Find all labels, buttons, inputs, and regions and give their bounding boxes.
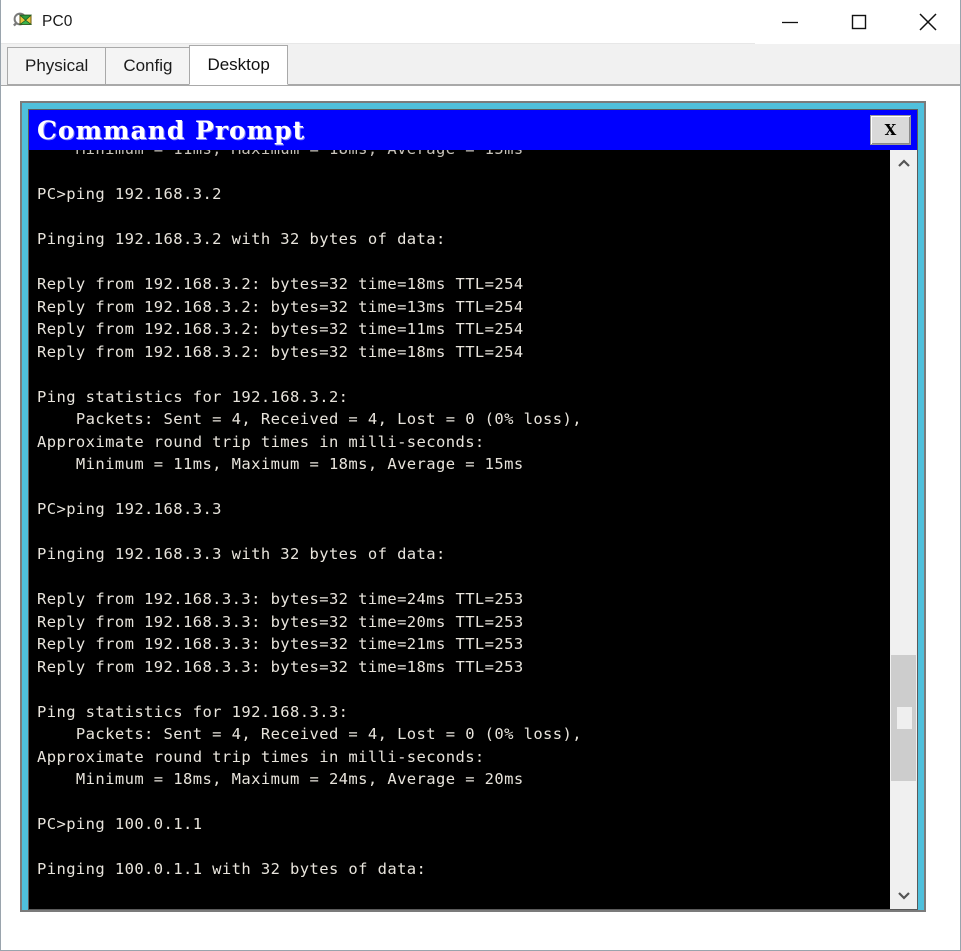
command-prompt-title: Command Prompt	[37, 115, 306, 145]
window-title: PC0	[42, 12, 73, 30]
close-icon	[918, 13, 937, 31]
device-tabs: Physical Config Desktop	[1, 44, 960, 86]
close-button[interactable]	[893, 0, 960, 44]
command-prompt-close-button[interactable]: X	[870, 115, 911, 145]
packet-tracer-pc-icon	[13, 12, 33, 32]
tab-desktop[interactable]: Desktop	[189, 45, 288, 85]
terminal-line: Pinging 192.168.3.3 with 32 bytes of dat…	[37, 545, 446, 563]
terminal-line: Pinging 100.0.1.1 with 32 bytes of data:	[37, 860, 427, 878]
terminal-line: Approximate round trip times in milli-se…	[37, 747, 485, 766]
tab-config-label: Config	[123, 56, 173, 75]
terminal-line: PC>ping 192.168.3.3	[37, 500, 222, 518]
scrollbar-track[interactable]	[890, 178, 917, 881]
scrollbar-thumb-grip	[897, 707, 912, 729]
minimize-button[interactable]	[755, 0, 824, 44]
terminal-line: Pinging 192.168.3.2 with 32 bytes of dat…	[37, 230, 446, 248]
terminal-line: Ping statistics for 192.168.3.2:	[37, 387, 349, 406]
terminal-line: PC>ping 192.168.3.2	[37, 185, 222, 203]
terminal-line: PC>ping 100.0.1.1	[37, 815, 203, 833]
terminal-line: Reply from 192.168.3.2: bytes=32 time=18…	[37, 342, 524, 361]
tabstrip-filler	[286, 47, 960, 85]
terminal-line: Ping statistics for 192.168.3.3:	[37, 702, 349, 721]
terminal-line: Minimum = 18ms, Maximum = 24ms, Average …	[37, 770, 524, 788]
tab-physical-label: Physical	[25, 56, 89, 75]
maximize-icon	[851, 14, 866, 30]
terminal-line-clipped: Minimum = 11ms, Maximum = 18ms, Average …	[37, 150, 582, 161]
terminal-line: Reply from 192.168.3.2: bytes=32 time=11…	[37, 320, 524, 338]
terminal-line: Approximate round trip times in milli-se…	[37, 432, 485, 451]
scrollbar-down-button[interactable]	[890, 881, 917, 909]
command-prompt-window: Command Prompt X Minimum = 11ms, Maximum…	[20, 101, 926, 912]
terminal-line: Reply from 192.168.3.2: bytes=32 time=13…	[37, 297, 524, 316]
tab-physical[interactable]: Physical	[7, 47, 107, 85]
chevron-down-icon	[897, 892, 910, 900]
terminal-scrollbar[interactable]	[889, 150, 917, 909]
scrollbar-up-button[interactable]	[890, 150, 917, 178]
command-prompt-titlebar: Command Prompt X	[29, 110, 917, 150]
tab-desktop-label: Desktop	[207, 55, 270, 74]
command-prompt-inner: Command Prompt X Minimum = 11ms, Maximum…	[28, 109, 918, 910]
terminal-line: Reply from 192.168.3.3: bytes=32 time=18…	[37, 657, 524, 676]
terminal-line: Packets: Sent = 4, Received = 4, Lost = …	[37, 725, 582, 743]
window-titlebar: PC0	[1, 0, 960, 44]
terminal-line: Reply from 192.168.3.3: bytes=32 time=24…	[37, 590, 524, 608]
window-controls	[755, 0, 960, 44]
scrollbar-thumb[interactable]	[891, 655, 916, 781]
maximize-button[interactable]	[824, 0, 893, 44]
terminal-output-area[interactable]: Minimum = 11ms, Maximum = 18ms, Average …	[29, 150, 917, 909]
terminal-line: Reply from 192.168.3.2: bytes=32 time=18…	[37, 275, 524, 293]
terminal-line: Reply from 192.168.3.3: bytes=32 time=20…	[37, 612, 524, 631]
terminal-line: Reply from 192.168.3.3: bytes=32 time=21…	[37, 635, 524, 653]
tab-config[interactable]: Config	[105, 47, 191, 85]
terminal-line: Packets: Sent = 4, Received = 4, Lost = …	[37, 410, 582, 428]
chevron-up-icon	[897, 159, 910, 167]
terminal-line: Minimum = 11ms, Maximum = 18ms, Average …	[37, 455, 524, 473]
minimize-icon	[781, 21, 798, 24]
packet-tracer-device-window: PC0 Physical Config Desktop Command Prom…	[0, 0, 961, 951]
desktop-pane: Command Prompt X Minimum = 11ms, Maximum…	[1, 86, 960, 950]
terminal-text: Minimum = 11ms, Maximum = 18ms, Average …	[37, 150, 582, 881]
